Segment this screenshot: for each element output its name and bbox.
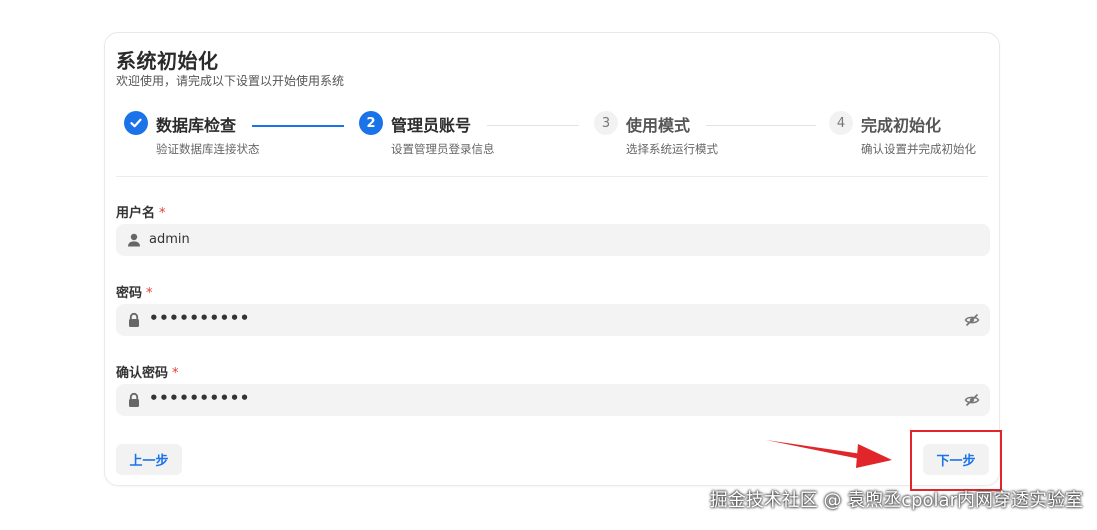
password-field[interactable]: ••••••••••	[116, 304, 990, 336]
step-description: 选择系统运行模式	[626, 142, 718, 156]
check-icon	[124, 111, 148, 135]
confirm-password-value: ••••••••••	[149, 389, 250, 407]
step-connector	[706, 125, 816, 126]
step-title: 完成初始化	[861, 116, 942, 135]
confirm-password-field[interactable]: ••••••••••	[116, 384, 990, 416]
user-icon	[128, 233, 140, 247]
annotation-arrow	[766, 440, 892, 468]
eye-off-icon[interactable]	[964, 392, 980, 408]
required-mark: *	[159, 206, 166, 221]
page: 系统初始化 欢迎使用，请完成以下设置以开始使用系统 数据库检查 验证数据库连接状…	[0, 0, 1097, 530]
password-label: 密码 *	[116, 286, 153, 301]
step-connector	[487, 125, 579, 126]
password-value: ••••••••••	[149, 309, 250, 327]
step-description: 设置管理员登录信息	[391, 142, 495, 156]
step-number: 4	[829, 111, 853, 135]
prev-step-button[interactable]: 上一步	[116, 444, 182, 475]
page-title: 系统初始化	[116, 49, 219, 73]
step-finish[interactable]: 4 完成初始化 确认设置并完成初始化	[829, 111, 979, 161]
step-number: 3	[594, 111, 618, 135]
step-admin-account[interactable]: 2 管理员账号 设置管理员登录信息	[359, 111, 495, 161]
step-database-check[interactable]: 数据库检查 验证数据库连接状态	[124, 111, 260, 161]
required-mark: *	[172, 366, 179, 381]
divider	[116, 176, 988, 177]
lock-icon	[129, 392, 139, 407]
username-value: admin	[149, 232, 190, 247]
page-subtitle: 欢迎使用，请完成以下设置以开始使用系统	[116, 74, 345, 88]
step-number: 2	[359, 111, 383, 135]
watermark: 掘金技术社区 @ 袁煦丞cpolar内网穿透实验室	[709, 490, 1083, 511]
step-title: 数据库检查	[156, 116, 237, 135]
username-field[interactable]: admin	[116, 224, 990, 256]
step-description: 确认设置并完成初始化	[861, 142, 976, 156]
step-title: 管理员账号	[391, 116, 472, 135]
step-connector	[252, 125, 344, 127]
eye-off-icon[interactable]	[964, 312, 980, 328]
step-usage-mode[interactable]: 3 使用模式 选择系统运行模式	[594, 111, 718, 161]
step-title: 使用模式	[626, 116, 691, 135]
annotation-highlight-box	[910, 430, 1002, 491]
lock-icon	[129, 312, 139, 327]
username-label: 用户名 *	[116, 206, 166, 221]
step-description: 验证数据库连接状态	[156, 142, 260, 156]
init-card: 系统初始化 欢迎使用，请完成以下设置以开始使用系统 数据库检查 验证数据库连接状…	[104, 32, 1000, 486]
required-mark: *	[146, 286, 153, 301]
confirm-password-label: 确认密码 *	[116, 366, 179, 381]
